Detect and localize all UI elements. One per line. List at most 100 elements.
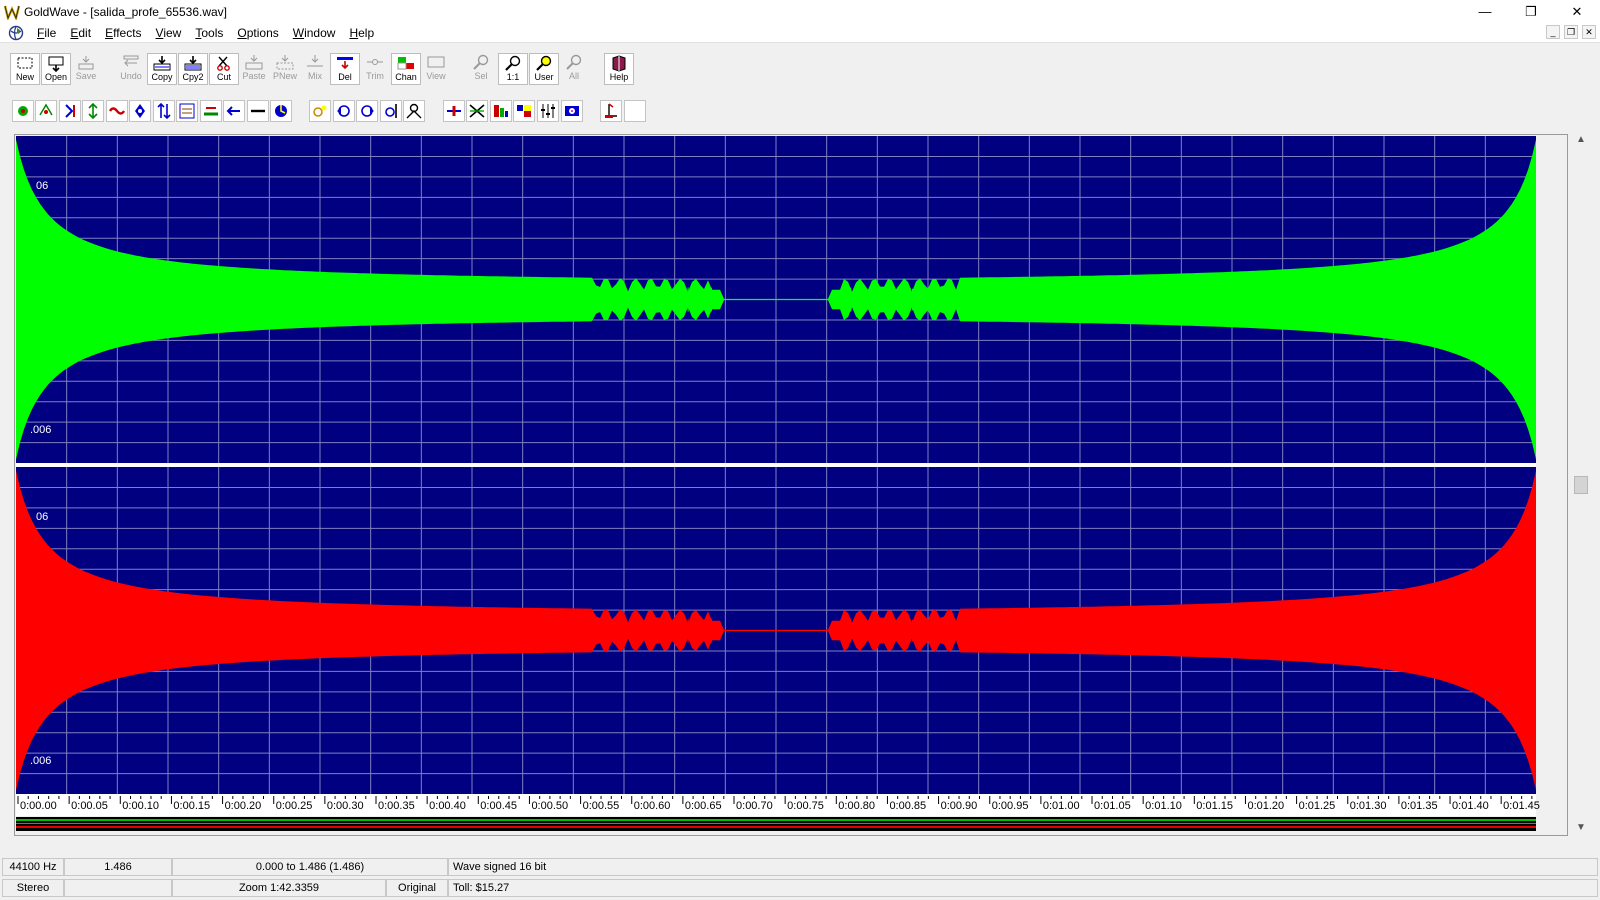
minimize-icon: — xyxy=(1478,4,1492,19)
pan-icon[interactable] xyxy=(403,100,425,122)
dynamics-icon[interactable] xyxy=(35,100,57,122)
menu-view[interactable]: View xyxy=(149,23,189,43)
time-tick-label: 0:00.15 xyxy=(173,800,210,812)
mdi-minimize-button[interactable]: _ xyxy=(1546,25,1560,39)
vertical-scrollbar[interactable]: ▲ ▼ xyxy=(1572,134,1590,838)
close-button[interactable]: ✕ xyxy=(1554,0,1600,23)
document-globe-icon[interactable] xyxy=(8,25,24,41)
time-warp-icon[interactable] xyxy=(333,100,355,122)
time-tick-label: 0:00.60 xyxy=(634,800,671,812)
toolbar-cut-button[interactable]: Cut xyxy=(209,53,239,85)
toolbar-save-button[interactable]: Save xyxy=(71,53,101,85)
time-tick-label: 0:01.15 xyxy=(1196,800,1233,812)
filter-icon[interactable] xyxy=(106,100,128,122)
menu-help[interactable]: Help xyxy=(342,23,381,43)
menu-edit[interactable]: Edit xyxy=(63,23,98,43)
status-bar: 44100 Hz 1.486 0.000 to 1.486 (1.486) Wa… xyxy=(0,858,1600,900)
scroll-up-icon[interactable]: ▲ xyxy=(1572,134,1590,150)
menu-effects[interactable]: Effects xyxy=(98,23,148,43)
open-icon xyxy=(45,54,67,72)
toolbar-1to1-button[interactable]: 1:1 xyxy=(498,53,528,85)
doppler-icon[interactable] xyxy=(12,100,34,122)
mdi-restore-button[interactable]: ❐ xyxy=(1564,25,1578,39)
mechanize-icon[interactable] xyxy=(176,100,198,122)
echo-icon[interactable] xyxy=(59,100,81,122)
toolbar-button-label: View xyxy=(426,71,446,81)
spectrum-icon[interactable] xyxy=(537,100,559,122)
toolbar-chan-button[interactable]: Chan xyxy=(391,53,421,85)
toolbar-pnew-button[interactable]: PNew xyxy=(270,53,300,85)
equalizer-icon[interactable] xyxy=(82,100,104,122)
cd-icon[interactable] xyxy=(600,100,622,122)
toolbar-copy-button[interactable]: Copy xyxy=(147,53,177,85)
reverse-icon[interactable] xyxy=(270,100,292,122)
toolbar-new-button[interactable]: New xyxy=(10,53,40,85)
time-tick-label: 0:00.35 xyxy=(378,800,415,812)
toolbar-del-button[interactable]: Del xyxy=(330,53,360,85)
toolbar-cpy2-button[interactable]: Cpy2 xyxy=(178,53,208,85)
fade-in-icon[interactable] xyxy=(356,100,378,122)
toolbar-sel-button[interactable]: Sel xyxy=(466,53,496,85)
status-length: 1.486 xyxy=(64,858,172,876)
minimize-button[interactable]: — xyxy=(1462,0,1508,23)
menu-bar: File Edit Effects View Tools Options Win… xyxy=(0,23,1600,43)
compressor-icon[interactable] xyxy=(466,100,488,122)
time-ruler[interactable]: 0:00.00 0:00.05 0:00.10 0:00.15 0:00.20 0:00.… xyxy=(16,794,1540,816)
fade-out-icon[interactable] xyxy=(380,100,402,122)
mdi-close-button[interactable]: ✕ xyxy=(1582,25,1596,39)
close-icon: ✕ xyxy=(1571,3,1583,19)
toolbar-mix-button[interactable]: Mix xyxy=(300,53,330,85)
left-channel-track[interactable]: 06 .006 xyxy=(16,136,1536,463)
toolbar-help-button[interactable]: Help xyxy=(604,53,634,85)
toolbar-button-label: Undo xyxy=(120,71,142,81)
view-icon xyxy=(425,53,447,71)
toolbar-open-button[interactable]: Open xyxy=(41,53,71,85)
status-channels: Stereo xyxy=(2,879,64,897)
menu-options[interactable]: Options xyxy=(230,23,285,43)
toolbar-button-label: Chan xyxy=(395,72,417,82)
time-tick-label: 0:00.55 xyxy=(583,800,620,812)
time-tick-label: 0:01.25 xyxy=(1299,800,1336,812)
menu-tools[interactable]: Tools xyxy=(188,23,230,43)
marker-icon[interactable] xyxy=(624,100,646,122)
pitch-icon[interactable] xyxy=(223,100,245,122)
paste-new-icon xyxy=(274,53,296,71)
time-tick-label: 0:00.20 xyxy=(225,800,262,812)
paste-icon xyxy=(243,53,265,71)
toolbar-button-label: Trim xyxy=(366,71,384,81)
toolbar-undo-button[interactable]: Undo xyxy=(116,53,146,85)
invert-icon[interactable] xyxy=(153,100,175,122)
pop-click-icon[interactable] xyxy=(513,100,535,122)
offset-icon[interactable] xyxy=(200,100,222,122)
menu-window[interactable]: Window xyxy=(286,23,343,43)
scroll-down-icon[interactable]: ▼ xyxy=(1572,822,1590,838)
status-format: Wave signed 16 bit xyxy=(448,858,1598,876)
time-tick-label: 0:00.85 xyxy=(889,800,926,812)
toolbar-user-button[interactable]: User xyxy=(529,53,559,85)
time-tick-label: 0:01.20 xyxy=(1247,800,1284,812)
silence-icon[interactable] xyxy=(309,100,331,122)
goldwave-logo-icon xyxy=(4,4,20,20)
effects-toolbar xyxy=(0,96,1600,126)
noise-reduction-icon[interactable] xyxy=(490,100,512,122)
flanger-icon[interactable] xyxy=(129,100,151,122)
toolbar-trim-button[interactable]: Trim xyxy=(360,53,390,85)
menu-file[interactable]: File xyxy=(30,23,63,43)
parametric-eq-icon[interactable] xyxy=(561,100,583,122)
toolbar-all-button[interactable]: All xyxy=(559,53,589,85)
toolbar-view-button[interactable]: View xyxy=(421,53,451,85)
resample-icon[interactable] xyxy=(247,100,269,122)
right-channel-top-label: 06 xyxy=(36,511,48,523)
restore-button[interactable]: ❐ xyxy=(1508,0,1554,23)
window-title: GoldWave - [salida_profe_65536.wav] xyxy=(24,4,228,19)
time-tick-label: 0:00.75 xyxy=(787,800,824,812)
time-tick-label: 0:00.10 xyxy=(122,800,159,812)
right-channel-track[interactable]: 06 .006 xyxy=(16,467,1536,794)
toolbar-button-label: PNew xyxy=(272,71,297,81)
toolbar-paste-button[interactable]: Paste xyxy=(239,53,269,85)
waveform-display[interactable]: 06 .006 06 .006 0:00.00 0:00.05 0:00.10 0:00.15… xyxy=(16,136,1566,834)
volume-icon[interactable] xyxy=(443,100,465,122)
overview-bar[interactable] xyxy=(16,817,1536,831)
toolbar-button-label: New xyxy=(15,72,34,82)
scroll-thumb[interactable] xyxy=(1574,476,1588,494)
